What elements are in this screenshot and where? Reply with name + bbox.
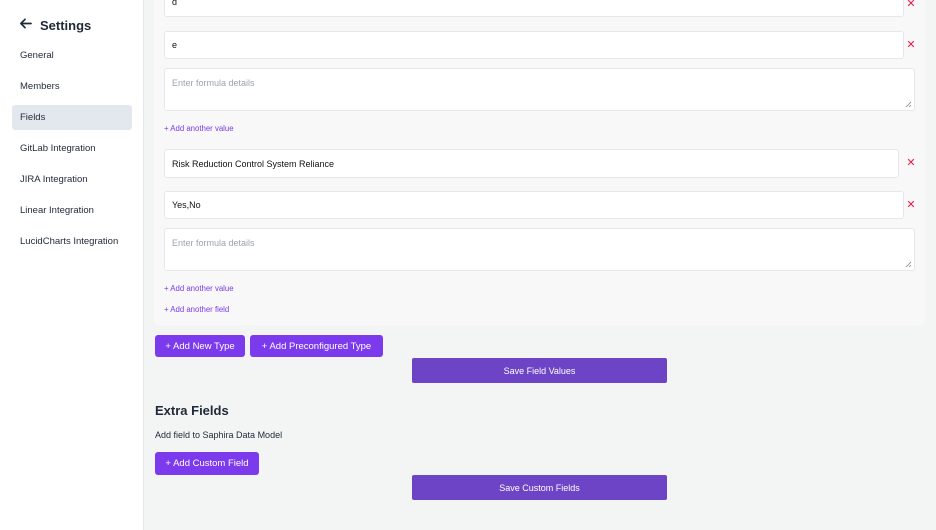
- main-content: d ✕ e ✕ Enter formula details + Add anot…: [144, 0, 936, 530]
- back-arrow-icon[interactable]: [19, 17, 32, 33]
- resize-handle-icon[interactable]: [905, 261, 912, 268]
- remove-value-e-icon[interactable]: ✕: [906, 40, 916, 51]
- sidebar-item-general[interactable]: General: [12, 43, 132, 68]
- sidebar-item-members[interactable]: Members: [12, 74, 132, 99]
- save-field-values-button[interactable]: Save Field Values: [412, 358, 667, 383]
- extra-fields-description: Add field to Saphira Data Model: [155, 430, 283, 440]
- field-name-text: Risk Reduction Control System Reliance: [172, 158, 335, 169]
- field-values-text: Yes,No: [172, 200, 201, 210]
- value-input-e[interactable]: e: [164, 31, 904, 59]
- remove-field-icon[interactable]: ✕: [906, 158, 916, 169]
- sidebar-header: Settings: [19, 17, 91, 33]
- sidebar-item-fields[interactable]: Fields: [12, 105, 132, 130]
- sidebar-item-gitlab-integration[interactable]: GitLab Integration: [12, 136, 132, 161]
- save-custom-fields-button[interactable]: Save Custom Fields: [412, 475, 667, 500]
- sidebar-title: Settings: [40, 17, 92, 33]
- formula-placeholder: Enter formula details: [172, 238, 255, 248]
- add-new-type-button[interactable]: + Add New Type: [155, 335, 245, 357]
- add-preconfigured-type-button[interactable]: + Add Preconfigured Type: [250, 335, 383, 357]
- field-values-input[interactable]: Yes,No: [164, 191, 904, 219]
- settings-sidebar: Settings General Members Fields GitLab I…: [0, 0, 144, 530]
- sidebar-item-lucidcharts-integration[interactable]: LucidCharts Integration: [12, 229, 132, 254]
- remove-field-values-icon[interactable]: ✕: [906, 200, 916, 211]
- add-another-value-link[interactable]: + Add another value: [164, 284, 234, 293]
- formula-placeholder: Enter formula details: [172, 78, 255, 88]
- formula-details-textarea[interactable]: Enter formula details: [164, 68, 915, 111]
- add-another-value-link[interactable]: + Add another value: [164, 124, 234, 133]
- extra-fields-heading: Extra Fields: [155, 403, 229, 418]
- value-input-d[interactable]: d: [164, 0, 904, 17]
- add-another-field-link[interactable]: + Add another field: [164, 305, 229, 314]
- resize-handle-icon[interactable]: [905, 101, 912, 108]
- value-input-text: d: [172, 0, 178, 7]
- sidebar-item-linear-integration[interactable]: Linear Integration: [12, 198, 132, 223]
- add-custom-field-button[interactable]: + Add Custom Field: [155, 452, 259, 475]
- field-name-input[interactable]: Risk Reduction Control System Reliance: [164, 149, 899, 178]
- remove-value-d-icon[interactable]: ✕: [906, 0, 916, 10]
- value-input-text: e: [172, 40, 178, 50]
- sidebar-item-jira-integration[interactable]: JIRA Integration: [12, 167, 132, 192]
- formula-details-textarea[interactable]: Enter formula details: [164, 228, 915, 271]
